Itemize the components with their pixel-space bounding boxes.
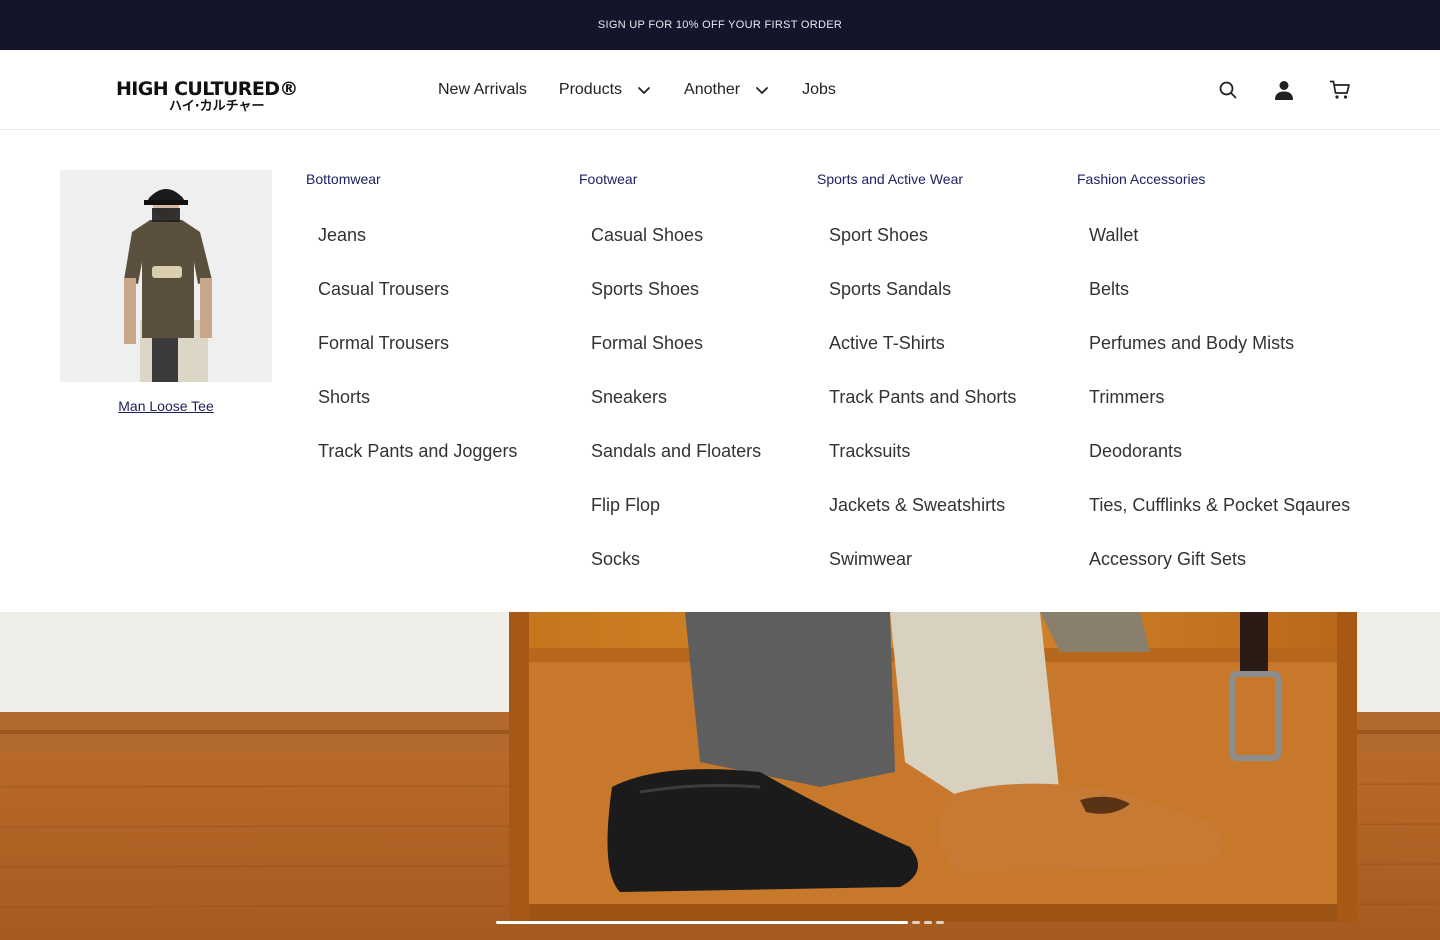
carousel-indicators — [496, 920, 944, 924]
search-icon[interactable] — [1216, 78, 1240, 102]
nav-label: New Arrivals — [438, 81, 527, 98]
column-heading[interactable]: Footwear — [579, 170, 761, 188]
announcement-bar: SIGN UP FOR 10% OFF YOUR FIRST ORDER — [0, 0, 1440, 50]
menu-item[interactable]: Sports Shoes — [591, 262, 761, 316]
menu-column-fashion-accessories: Fashion Accessories Wallet Belts Perfume… — [1077, 170, 1350, 586]
brand-name-japanese: ハイ·カルチャー — [169, 99, 265, 114]
menu-item[interactable]: Jeans — [318, 208, 517, 262]
nav-jobs[interactable]: Jobs — [802, 81, 836, 99]
menu-item[interactable]: Formal Trousers — [318, 316, 517, 370]
menu-item[interactable]: Casual Trousers — [318, 262, 517, 316]
nav-another[interactable]: Another — [684, 81, 770, 99]
menu-item[interactable]: Flip Flop — [591, 478, 761, 532]
menu-item[interactable]: Perfumes and Body Mists — [1089, 316, 1350, 370]
menu-item[interactable]: Ties, Cufflinks & Pocket Sqaures — [1089, 478, 1350, 532]
announcement-text: SIGN UP FOR 10% OFF YOUR FIRST ORDER — [597, 19, 843, 31]
nav-label: Jobs — [802, 81, 836, 98]
carousel-indicator[interactable] — [936, 920, 944, 924]
menu-column-footwear: Footwear Casual Shoes Sports Shoes Forma… — [579, 170, 761, 586]
menu-item[interactable]: Deodorants — [1089, 424, 1350, 478]
menu-column-sports-active-wear: Sports and Active Wear Sport Shoes Sport… — [817, 170, 1016, 586]
brand-name: HIGH CULTURED® — [116, 78, 298, 100]
nav-label: Another — [684, 81, 741, 98]
menu-item[interactable]: Trimmers — [1089, 370, 1350, 424]
menu-item[interactable]: Active T-Shirts — [829, 316, 1016, 370]
column-heading[interactable]: Bottomwear — [306, 170, 517, 188]
menu-item[interactable]: Accessory Gift Sets — [1089, 532, 1350, 586]
menu-item[interactable]: Shorts — [318, 370, 517, 424]
promo-product-image[interactable] — [60, 170, 272, 382]
carousel-indicator-active[interactable] — [496, 920, 908, 924]
nav-products[interactable]: Products — [559, 81, 652, 99]
carousel-indicator[interactable] — [912, 920, 920, 924]
menu-item[interactable]: Casual Shoes — [591, 208, 761, 262]
menu-item[interactable]: Track Pants and Joggers — [318, 424, 517, 478]
header-actions — [1184, 50, 1352, 130]
menu-item[interactable]: Sandals and Floaters — [591, 424, 761, 478]
menu-item[interactable]: Belts — [1089, 262, 1350, 316]
mega-menu: Man Loose Tee Bottomwear Jeans Casual Tr… — [0, 130, 1440, 612]
column-heading[interactable]: Sports and Active Wear — [817, 170, 1016, 188]
brand-logo[interactable]: HIGH CULTURED® ハイ·カルチャー — [116, 78, 316, 118]
user-icon[interactable] — [1272, 78, 1296, 102]
column-heading[interactable]: Fashion Accessories — [1077, 170, 1350, 188]
nav-new-arrivals[interactable]: New Arrivals — [438, 81, 527, 99]
chevron-down-icon — [756, 87, 768, 94]
menu-item[interactable]: Formal Shoes — [591, 316, 761, 370]
site-header: HIGH CULTURED® ハイ·カルチャー New Arrivals Pro… — [0, 50, 1440, 130]
menu-item[interactable]: Wallet — [1089, 208, 1350, 262]
chevron-down-icon — [638, 87, 650, 94]
menu-item[interactable]: Swimwear — [829, 532, 1016, 586]
menu-item[interactable]: Sports Sandals — [829, 262, 1016, 316]
promo-product-link[interactable]: Man Loose Tee — [60, 398, 272, 414]
menu-item[interactable]: Jackets & Sweatshirts — [829, 478, 1016, 532]
menu-item[interactable]: Tracksuits — [829, 424, 1016, 478]
menu-item[interactable]: Socks — [591, 532, 761, 586]
menu-item[interactable]: Track Pants and Shorts — [829, 370, 1016, 424]
carousel-indicator[interactable] — [924, 920, 932, 924]
nav-label: Products — [558, 81, 623, 98]
menu-item[interactable]: Sport Shoes — [829, 208, 1016, 262]
cart-icon[interactable] — [1328, 78, 1352, 102]
hero-image — [0, 612, 1440, 940]
menu-item[interactable]: Sneakers — [591, 370, 761, 424]
hero-carousel[interactable] — [0, 612, 1440, 940]
main-nav: New Arrivals Products Another Jobs — [438, 50, 868, 130]
menu-column-bottomwear: Bottomwear Jeans Casual Trousers Formal … — [306, 170, 517, 478]
